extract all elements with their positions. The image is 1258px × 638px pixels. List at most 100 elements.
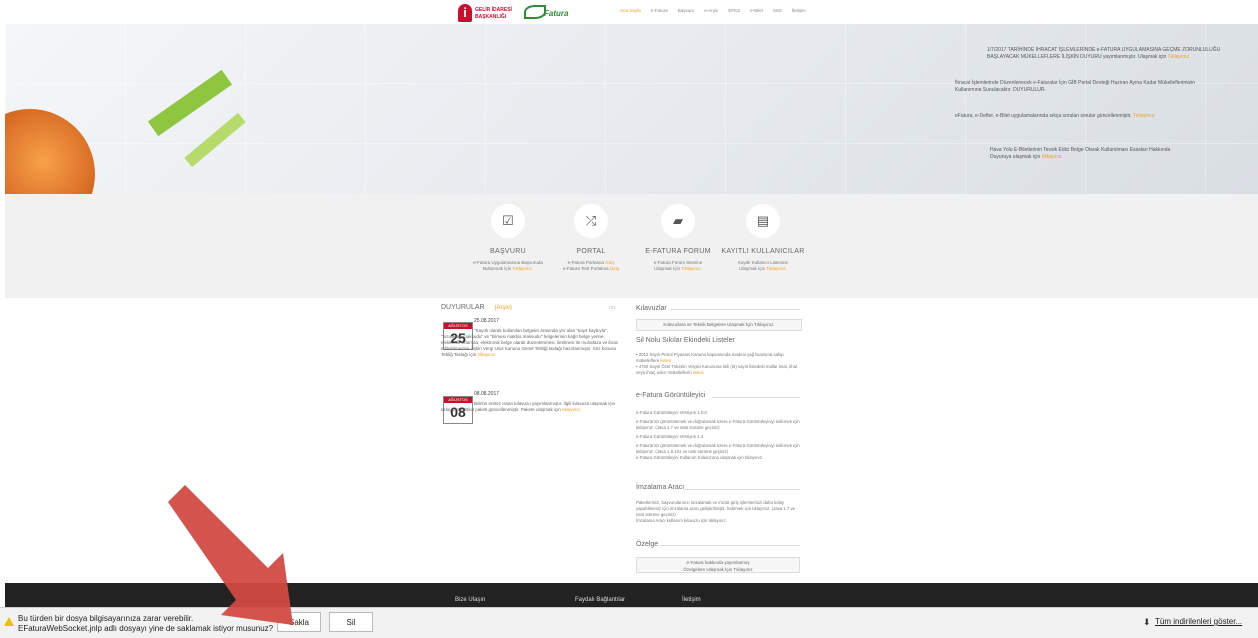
hero-news-item: İhracat İşlemlerinde Düzenlenecek e-Fatu… (955, 80, 1195, 94)
hero-news-link[interactable]: tıklayınız. (1042, 154, 1063, 160)
hero-news-link[interactable]: Tıklayınız. (1168, 54, 1191, 60)
goruntuleyici-text: e-Fatura Görüntüleyici Versiyon 1.0.0 e-… (636, 410, 802, 461)
feature-kayitli[interactable]: ▤ KAYITLI KULLANICILAR Kayıtlı Kullanıcı… (713, 204, 813, 272)
discard-button[interactable]: Sil (329, 612, 373, 632)
efatura-logo[interactable]: Fatura (524, 3, 574, 21)
nav-iletisim[interactable]: İletişim (792, 8, 806, 13)
feature-desc-text: Ulaşmak İçin (654, 266, 681, 271)
feature-title: PORTAL (576, 248, 606, 255)
kilavuz-button[interactable]: Kılavuzlara ve Teknik Belgelere Ulaşmak … (636, 319, 802, 331)
sil-line: • 2012 Sayılı Petrol Piyasası Kanunu kap… (636, 352, 802, 364)
section-divider (712, 397, 800, 398)
sil-link[interactable]: listesi (693, 370, 704, 375)
ozelge-title: Özelge (636, 541, 659, 548)
archive-link[interactable]: (Arşiv) (495, 305, 512, 311)
ozelge-button-line: e-Fatura hakkında yayımlanmış (686, 560, 750, 565)
section-divider (660, 545, 800, 546)
goruntuleyici-line[interactable]: e-Faturanızı görüntülemek ve doğrulamak … (636, 419, 802, 431)
keep-button[interactable]: Sakla (277, 612, 321, 632)
hero-news-text: İhracat İşlemlerinde Düzenlenecek e-Fatu… (955, 80, 1196, 93)
announcements-title: DUYURULAR (441, 304, 485, 311)
goruntuleyici-line: e-Fatura Görüntüleyici Versiyon 1.0.0 (636, 410, 707, 415)
nav-basvuru[interactable]: Başvuru (678, 8, 695, 13)
goruntuleyici-line[interactable]: e-Faturanızı görüntülemek ve doğrulamak … (636, 443, 802, 455)
announcements-column: DUYURULAR (Arşiv) rss (441, 304, 623, 311)
sil-line-text: • 2012 Sayılı Petrol Piyasası Kanunu kap… (636, 352, 784, 363)
show-all-downloads-link[interactable]: Tüm indirilenleri göster... (1155, 617, 1242, 626)
announcement-date: 25.08.2017 (474, 318, 624, 324)
announcement-text: Bilirkin entrez ıssan kılavuzu yayımlanm… (441, 401, 616, 412)
imzalama-line[interactable]: İmzalama Aracı kullanım kılavuzu için tı… (636, 518, 802, 524)
feature-link[interactable]: Tıklayınız. (681, 266, 702, 271)
hero-news-text: eFatura, e-Defter, e-Bilet uygulamaların… (955, 113, 1132, 119)
feature-link[interactable]: Giriş (610, 266, 619, 271)
feature-desc-text: Bulunmak İçin (483, 266, 512, 271)
hero-news-item: eFatura, e-Defter, e-Bilet uygulamaların… (955, 113, 1215, 120)
features-section: ☑ BAŞVURU e-Fatura Uygulamasına Başvurud… (5, 194, 1258, 298)
shuffle-icon: ⤮ (574, 204, 608, 238)
download-warning-line2: EFaturaWebSocket.jnlp adlı dosyayı yine … (18, 624, 274, 633)
imzalama-title: İmzalama Aracı (636, 484, 685, 491)
nav-efks[interactable]: EFKS (728, 8, 740, 13)
goruntuleyici-line: e-Fatura Görüntüleyici Versiyon 1.4 (636, 434, 704, 439)
download-warning-line1: Bu türden bir dosya bilgisayarınıza zara… (18, 614, 194, 623)
announcement-link[interactable]: tıklayınız. (562, 407, 581, 412)
feature-link[interactable]: Tıklayınız. (766, 266, 787, 271)
feature-link[interactable]: Giriş (605, 260, 614, 265)
section-divider (684, 489, 800, 490)
feature-desc-text: e-Fatura Portalına (567, 260, 604, 265)
hero-news-link[interactable]: Tıklayınız. (1133, 113, 1156, 119)
efatura-logo-text: Fatura (544, 9, 569, 18)
section-divider (670, 309, 800, 310)
announcement-item: "Kayıtlı olarak kullanılan belgeler aras… (441, 328, 623, 358)
sil-link[interactable]: listesi (660, 358, 671, 363)
gib-logo-line1: GELİR İDARESİ (475, 7, 512, 13)
announcement-date-text: 08.08.2017 (474, 391, 500, 397)
feature-portal[interactable]: ⤮ PORTAL e-Fatura Portalına Giriş e-Fatu… (541, 204, 641, 272)
announcement-date: 08.08.2017 (474, 391, 624, 397)
download-bar: Bu türden bir dosya bilgisayarınıza zara… (0, 607, 1258, 638)
sil-line-text: • 4760 Sayılı Özel Tüketim Vergisi Kanun… (636, 364, 797, 375)
hero-news-item: 1/7/2017 TARİHİNDE İHRACAT İŞLEMLERİNDE … (987, 47, 1253, 61)
sil-text: • 2012 Sayılı Petrol Piyasası Kanunu kap… (636, 352, 802, 376)
imzalama-text: Paketlerinizi, başvurularınızı imzalamak… (636, 500, 802, 524)
book-icon: ▰ (661, 204, 695, 238)
main-nav: Ana Sayfa e-Fatura Başvuru e-Arşiv EFKS … (620, 8, 806, 13)
download-icon: ⬇ (1143, 617, 1151, 627)
site-footer: Bize Ulaşın Faydalı Bağlantılar İletişim (5, 583, 1258, 607)
announcements-header: DUYURULAR (Arşiv) rss (441, 304, 623, 311)
sil-line: • 4760 Sayılı Özel Tüketim Vergisi Kanun… (636, 364, 802, 376)
nav-earsiv[interactable]: e-Arşiv (704, 8, 718, 13)
nav-ebilet[interactable]: e-Bilet (750, 8, 763, 13)
leaf-icon (524, 5, 546, 19)
gib-logo-mark: i (458, 4, 472, 22)
footer-links[interactable]: Faydalı Bağlantılar (575, 597, 625, 603)
footer-contact[interactable]: Bize Ulaşın (455, 597, 485, 603)
feature-desc: e-Fatura Portalına Giriş e-Fatura Test P… (541, 260, 641, 272)
site-header: i GELİR İDARESİ BAŞKANLIĞI Fatura Ana Sa… (0, 0, 1258, 24)
nav-efatura[interactable]: e-Fatura (651, 8, 668, 13)
ozelge-button[interactable]: e-Fatura hakkında yayımlanmış Özelgelere… (636, 557, 800, 573)
list-icon: ▤ (746, 204, 780, 238)
announcement-link[interactable]: tıklayınız. (477, 352, 496, 357)
feature-desc-text: e-Fatura Test Portalına (562, 266, 609, 271)
feature-desc-text: Ulaşmak İçin (739, 266, 766, 271)
imzalama-line[interactable]: Paketlerinizi, başvurularınızı imzalamak… (636, 500, 802, 518)
sil-title: Sil Nolu Sıkılar Ekindeki Listeler (636, 337, 735, 344)
rss-link[interactable]: rss (609, 305, 616, 311)
gib-logo[interactable]: i GELİR İDARESİ BAŞKANLIĞI (458, 4, 518, 22)
goruntuleyici-line[interactable]: e-Fatura Görüntüleyici Kullanım Kılavuzu… (636, 455, 802, 461)
kilavuzlar-title: Kılavuzlar (636, 305, 667, 312)
nav-sss[interactable]: SSS (773, 8, 782, 13)
feature-desc: Kayıtlı Kullanıcı Listesine Ulaşmak İçin… (713, 260, 813, 272)
announcement-date-text: 25.08.2017 (474, 318, 500, 324)
nav-home[interactable]: Ana Sayfa (620, 8, 641, 13)
footer-iletisim[interactable]: İletişim (682, 597, 701, 603)
warning-icon (4, 617, 14, 626)
feature-link[interactable]: Tıklayınız. (512, 266, 533, 271)
goruntuleyici-title: e-Fatura Görüntüleyici (636, 392, 706, 399)
feature-desc-line: e-Fatura Test Portalına Giriş (541, 266, 641, 272)
feature-desc-line: Ulaşmak İçin Tıklayınız. (713, 266, 813, 272)
gib-logo-line2: BAŞKANLIĞI (475, 14, 507, 20)
feature-title: KAYITLI KULLANICILAR (721, 248, 805, 255)
